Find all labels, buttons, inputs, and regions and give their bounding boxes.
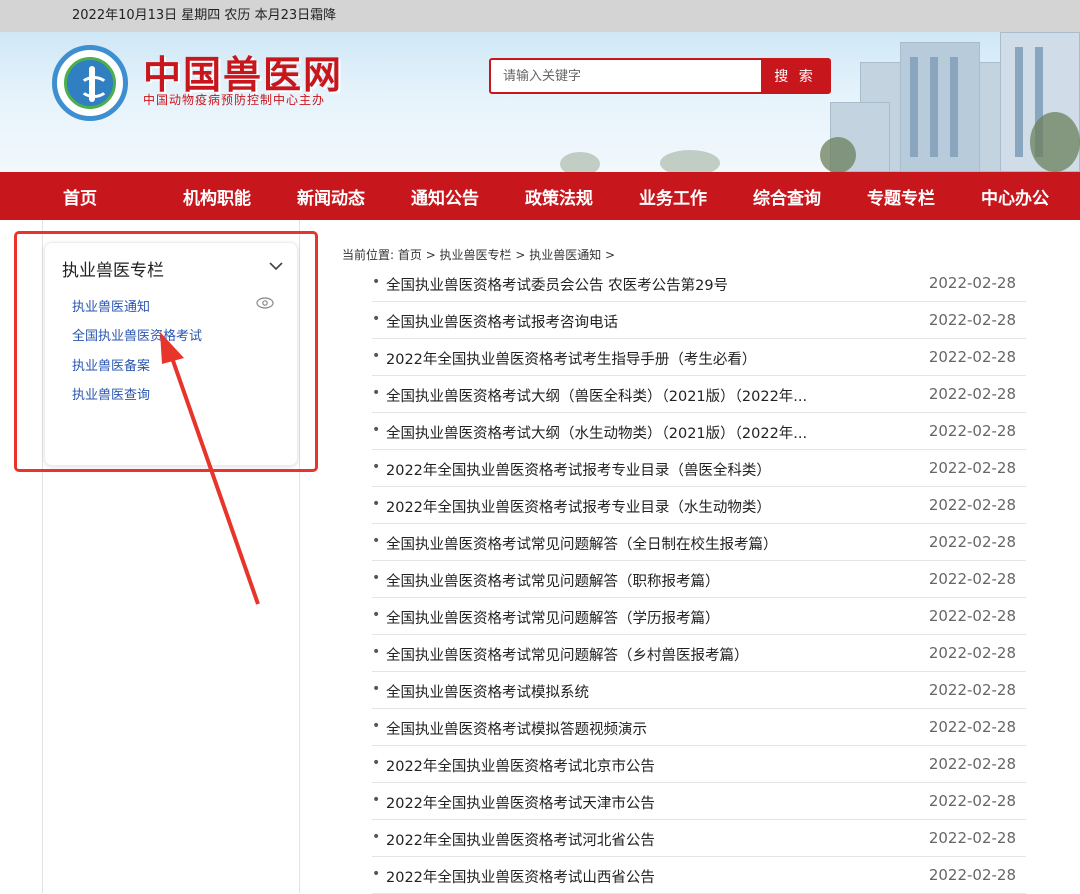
article-title[interactable]: 全国执业兽医资格考试常见问题解答（全日制在校生报考篇） bbox=[386, 533, 778, 554]
bullet-icon: • bbox=[372, 866, 380, 882]
site-subtitle: 中国动物疫病预防控制中心主办 bbox=[143, 91, 325, 108]
nav-item-business[interactable]: 业务工作 bbox=[616, 184, 730, 209]
tree-decoration bbox=[560, 152, 600, 172]
article-title[interactable]: 全国执业兽医资格考试常见问题解答（职称报考篇） bbox=[386, 570, 720, 591]
article-title[interactable]: 全国执业兽医资格考试常见问题解答（学历报考篇） bbox=[386, 607, 720, 628]
bullet-icon: • bbox=[372, 459, 380, 475]
breadcrumb: 当前位置: 首页 > 执业兽医专栏 > 执业兽医通知 > bbox=[342, 246, 615, 263]
bullet-icon: • bbox=[372, 311, 380, 327]
article-title[interactable]: 全国执业兽医资格考试报考咨询电话 bbox=[386, 311, 618, 332]
list-item[interactable]: • 2022年全国执业兽医资格考试山西省公告 2022-02-28 bbox=[372, 857, 1026, 894]
main-nav: 首页 机构职能 新闻动态 通知公告 政策法规 业务工作 综合查询 专题专栏 中心… bbox=[0, 172, 1080, 220]
nav-item-topics[interactable]: 专题专栏 bbox=[844, 184, 958, 209]
article-title[interactable]: 全国执业兽医资格考试大纲（水生动物类）（2021版）（2022年... bbox=[386, 422, 807, 443]
nav-item-home[interactable]: 首页 bbox=[0, 184, 160, 209]
logo-seal-icon[interactable] bbox=[52, 45, 128, 121]
date-text: 2022年10月13日 星期四 农历 本月23日霜降 bbox=[72, 8, 336, 23]
list-item[interactable]: • 全国执业兽医资格考试常见问题解答（职称报考篇） 2022-02-28 bbox=[372, 561, 1026, 598]
article-date: 2022-02-28 bbox=[929, 459, 1016, 477]
list-item[interactable]: • 全国执业兽医资格考试模拟系统 2022-02-28 bbox=[372, 672, 1026, 709]
article-title[interactable]: 全国执业兽医资格考试常见问题解答（乡村兽医报考篇） bbox=[386, 644, 749, 665]
nav-item-news[interactable]: 新闻动态 bbox=[274, 184, 388, 209]
top-date-bar: 2022年10月13日 星期四 农历 本月23日霜降 bbox=[0, 0, 1080, 32]
article-date: 2022-02-28 bbox=[929, 533, 1016, 551]
nav-item-functions[interactable]: 机构职能 bbox=[160, 184, 274, 209]
article-date: 2022-02-28 bbox=[929, 607, 1016, 625]
article-date: 2022-02-28 bbox=[929, 311, 1016, 329]
nav-item-notices[interactable]: 通知公告 bbox=[388, 184, 502, 209]
article-date: 2022-02-28 bbox=[929, 570, 1016, 588]
window-decoration bbox=[930, 57, 938, 157]
article-title[interactable]: 2022年全国执业兽医资格考试报考专业目录（水生动物类） bbox=[386, 496, 771, 517]
article-title[interactable]: 2022年全国执业兽医资格考试山西省公告 bbox=[386, 866, 655, 887]
article-title[interactable]: 全国执业兽医资格考试大纲（兽医全科类）（2021版）（2022年... bbox=[386, 385, 807, 406]
search-box: 搜 索 bbox=[489, 58, 831, 94]
list-item[interactable]: • 2022年全国执业兽医资格考试报考专业目录（水生动物类） 2022-02-28 bbox=[372, 487, 1026, 524]
window-decoration bbox=[950, 57, 958, 157]
list-item[interactable]: • 全国执业兽医资格考试常见问题解答（乡村兽医报考篇） 2022-02-28 bbox=[372, 635, 1026, 672]
article-title[interactable]: 2022年全国执业兽医资格考试考生指导手册（考生必看） bbox=[386, 348, 756, 369]
bullet-icon: • bbox=[372, 607, 380, 623]
tree-decoration bbox=[1030, 112, 1080, 172]
article-date: 2022-02-28 bbox=[929, 755, 1016, 773]
bullet-icon: • bbox=[372, 718, 380, 734]
list-item[interactable]: • 2022年全国执业兽医资格考试报考专业目录（兽医全科类） 2022-02-28 bbox=[372, 450, 1026, 487]
nav-item-office[interactable]: 中心办公 bbox=[958, 184, 1072, 209]
bullet-icon: • bbox=[372, 422, 380, 438]
article-title[interactable]: 2022年全国执业兽医资格考试报考专业目录（兽医全科类） bbox=[386, 459, 771, 480]
list-item[interactable]: • 2022年全国执业兽医资格考试天津市公告 2022-02-28 bbox=[372, 783, 1026, 820]
article-list: • 全国执业兽医资格考试委员会公告 农医考公告第29号 2022-02-28 • 全国执… bbox=[372, 265, 1026, 894]
bullet-icon: • bbox=[372, 348, 380, 364]
bullet-icon: • bbox=[372, 681, 380, 697]
bullet-icon: • bbox=[372, 755, 380, 771]
bullet-icon: • bbox=[372, 829, 380, 845]
article-date: 2022-02-28 bbox=[929, 496, 1016, 514]
search-input[interactable] bbox=[491, 60, 761, 92]
window-decoration bbox=[910, 57, 918, 157]
article-title[interactable]: 2022年全国执业兽医资格考试河北省公告 bbox=[386, 829, 655, 850]
list-item[interactable]: • 2022年全国执业兽医资格考试北京市公告 2022-02-28 bbox=[372, 746, 1026, 783]
bullet-icon: • bbox=[372, 533, 380, 549]
breadcrumb-trail[interactable]: 首页 > 执业兽医专栏 > 执业兽医通知 > bbox=[398, 248, 615, 262]
list-item[interactable]: • 全国执业兽医资格考试常见问题解答（学历报考篇） 2022-02-28 bbox=[372, 598, 1026, 635]
list-item[interactable]: • 全国执业兽医资格考试报考咨询电话 2022-02-28 bbox=[372, 302, 1026, 339]
list-item[interactable]: • 全国执业兽医资格考试委员会公告 农医考公告第29号 2022-02-28 bbox=[372, 265, 1026, 302]
article-date: 2022-02-28 bbox=[929, 792, 1016, 810]
list-item[interactable]: • 2022年全国执业兽医资格考试河北省公告 2022-02-28 bbox=[372, 820, 1026, 857]
list-item[interactable]: • 2022年全国执业兽医资格考试考生指导手册（考生必看） 2022-02-28 bbox=[372, 339, 1026, 376]
search-button[interactable]: 搜 索 bbox=[761, 60, 829, 92]
bullet-icon: • bbox=[372, 385, 380, 401]
list-item[interactable]: • 全国执业兽医资格考试常见问题解答（全日制在校生报考篇） 2022-02-28 bbox=[372, 524, 1026, 561]
list-item[interactable]: • 全国执业兽医资格考试大纲（水生动物类）（2021版）（2022年... 2022… bbox=[372, 413, 1026, 450]
list-item[interactable]: • 全国执业兽医资格考试大纲（兽医全科类）（2021版）（2022年... 2022… bbox=[372, 376, 1026, 413]
article-title[interactable]: 全国执业兽医资格考试模拟系统 bbox=[386, 681, 589, 702]
tree-decoration bbox=[660, 150, 720, 172]
nav-item-policy[interactable]: 政策法规 bbox=[502, 184, 616, 209]
article-date: 2022-02-28 bbox=[929, 829, 1016, 847]
highlight-annotation-box bbox=[14, 231, 318, 472]
article-title[interactable]: 全国执业兽医资格考试委员会公告 农医考公告第29号 bbox=[386, 274, 728, 295]
bullet-icon: • bbox=[372, 496, 380, 512]
article-date: 2022-02-28 bbox=[929, 348, 1016, 366]
article-title[interactable]: 2022年全国执业兽医资格考试北京市公告 bbox=[386, 755, 655, 776]
article-title[interactable]: 2022年全国执业兽医资格考试天津市公告 bbox=[386, 792, 655, 813]
bullet-icon: • bbox=[372, 274, 380, 290]
tree-decoration bbox=[820, 137, 856, 172]
article-date: 2022-02-28 bbox=[929, 385, 1016, 403]
article-date: 2022-02-28 bbox=[929, 644, 1016, 662]
article-date: 2022-02-28 bbox=[929, 681, 1016, 699]
article-date: 2022-02-28 bbox=[929, 866, 1016, 884]
bullet-icon: • bbox=[372, 570, 380, 586]
article-title[interactable]: 全国执业兽医资格考试模拟答题视频演示 bbox=[386, 718, 647, 739]
window-decoration bbox=[1015, 47, 1023, 157]
bullet-icon: • bbox=[372, 644, 380, 660]
breadcrumb-prefix: 当前位置: bbox=[342, 248, 394, 262]
nav-item-query[interactable]: 综合查询 bbox=[730, 184, 844, 209]
bullet-icon: • bbox=[372, 792, 380, 808]
article-date: 2022-02-28 bbox=[929, 422, 1016, 440]
article-date: 2022-02-28 bbox=[929, 718, 1016, 736]
list-item[interactable]: • 全国执业兽医资格考试模拟答题视频演示 2022-02-28 bbox=[372, 709, 1026, 746]
article-date: 2022-02-28 bbox=[929, 274, 1016, 292]
